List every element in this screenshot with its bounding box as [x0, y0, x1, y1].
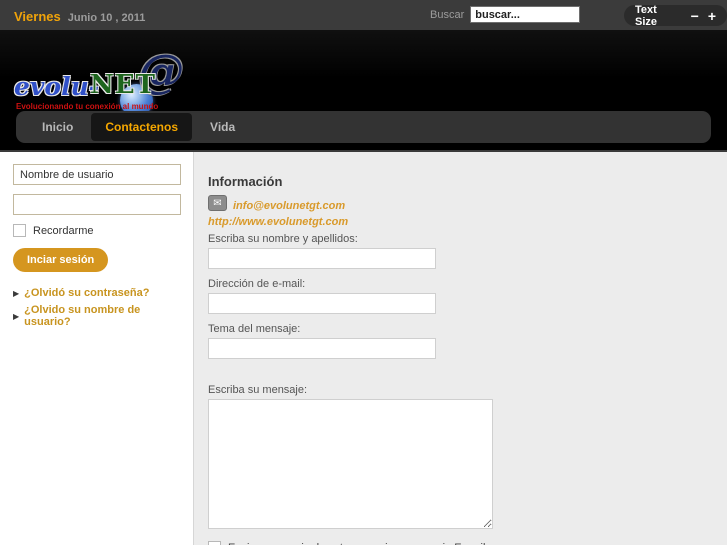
logo-tagline: Evolucionando tu conexión al mundo — [16, 102, 159, 111]
page-title: Información — [208, 174, 283, 189]
nav-item-vida[interactable]: Vida — [196, 113, 249, 141]
remember-me-label: Recordarme — [33, 224, 94, 237]
name-label: Escriba su nombre y apellidos: — [208, 233, 358, 245]
weekday-label: Viernes — [14, 9, 61, 24]
logo-text-evolu: evolu- — [14, 72, 100, 101]
login-button[interactable]: Inciar sesión — [13, 248, 109, 272]
name-input[interactable] — [208, 248, 436, 269]
message-label: Escriba su mensaje: — [208, 384, 308, 396]
password-field[interactable] — [13, 194, 181, 215]
message-textarea[interactable] — [208, 399, 493, 529]
search-bar: Buscar — [430, 6, 581, 23]
copy-to-self-checkbox[interactable] — [208, 541, 221, 545]
login-sidebar: Recordarme Inciar sesión ▶ ¿Olvidó su co… — [0, 152, 194, 545]
email-icon: ✉ — [208, 195, 227, 211]
nav-item-contactenos[interactable]: Contactenos — [91, 113, 193, 141]
remember-me-row: Recordarme — [13, 224, 180, 237]
logo-text-net: NET — [90, 70, 156, 100]
forgot-username-link[interactable]: ▶ ¿Olvido su nombre de usuario? — [13, 304, 180, 328]
text-size-label: Text Size — [635, 3, 658, 28]
search-input[interactable] — [470, 6, 581, 23]
contact-section: Información ✉ info@evolunetgt.com http:/… — [195, 152, 727, 545]
arrow-icon: ▶ — [13, 288, 20, 298]
top-bar: Viernes Junio 10 , 2011 Buscar Text Size … — [0, 0, 727, 30]
main-nav: Inicio Contactenos Vida — [16, 111, 711, 143]
forgot-password-label[interactable]: ¿Olvidó su contraseña? — [24, 287, 149, 299]
login-links: ▶ ¿Olvidó su contraseña? ▶ ¿Olvido su no… — [13, 287, 180, 328]
nav-item-inicio[interactable]: Inicio — [28, 113, 87, 141]
forgot-username-label[interactable]: ¿Olvido su nombre de usuario? — [24, 304, 180, 328]
text-size-decrease-icon[interactable]: − — [691, 9, 699, 23]
site-header: @ evolu- NET Evolucionando tu conexión a… — [0, 30, 727, 152]
date-display: Viernes Junio 10 , 2011 — [14, 8, 145, 26]
date-label: Junio 10 , 2011 — [67, 12, 146, 24]
email-input[interactable] — [208, 293, 436, 314]
page: Viernes Junio 10 , 2011 Buscar Text Size … — [0, 0, 727, 545]
subject-label: Tema del mensaje: — [208, 323, 301, 335]
site-logo[interactable]: @ evolu- NET Evolucionando tu conexión a… — [14, 44, 204, 117]
contact-email-link[interactable]: info@evolunetgt.com — [233, 200, 345, 212]
copy-to-self-label: Enviar una copia de este mensaje a su pr… — [228, 542, 485, 545]
content-area: Recordarme Inciar sesión ▶ ¿Olvidó su co… — [0, 152, 727, 545]
copy-to-self-row: Enviar una copia de este mensaje a su pr… — [208, 541, 727, 545]
text-size-control: Text Size − + — [624, 3, 727, 28]
forgot-password-link[interactable]: ▶ ¿Olvidó su contraseña? — [13, 287, 180, 299]
subject-input[interactable] — [208, 338, 436, 359]
username-field[interactable] — [13, 164, 181, 185]
remember-me-checkbox[interactable] — [13, 224, 26, 237]
contact-email-row: ✉ info@evolunetgt.com — [208, 194, 727, 212]
arrow-icon: ▶ — [13, 311, 20, 321]
website-link[interactable]: http://www.evolunetgt.com — [208, 216, 348, 228]
email-label: Dirección de e-mail: — [208, 278, 306, 290]
text-size-increase-icon[interactable]: + — [708, 9, 716, 23]
search-label: Buscar — [430, 8, 465, 21]
